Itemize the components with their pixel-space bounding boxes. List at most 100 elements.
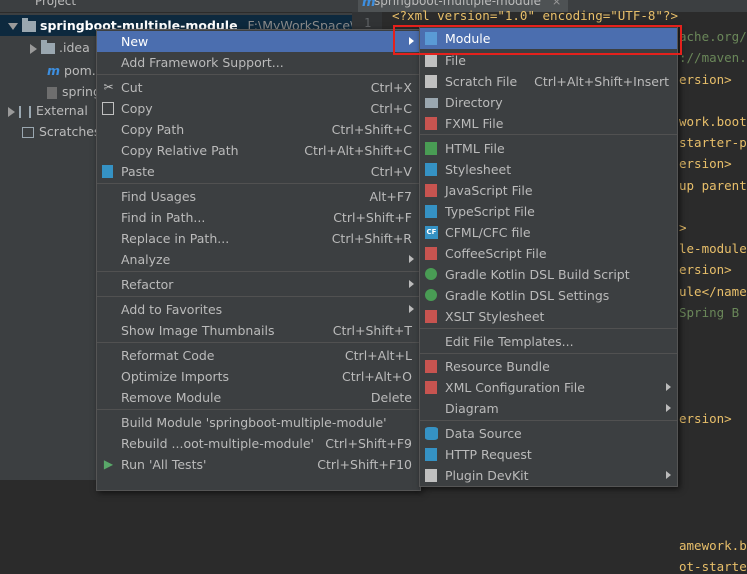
menu-item-refactor[interactable]: Refactor (97, 274, 420, 295)
tree-item-spring[interactable]: spring (47, 81, 101, 102)
submenu-item-fxml-file[interactable]: FXML File (420, 113, 677, 134)
submenu-item-data-source[interactable]: Data Source (420, 423, 677, 444)
menu-item-cut[interactable]: ✂ Cut Ctrl+X (97, 77, 420, 98)
submenu-item-html-file[interactable]: HTML File (420, 138, 677, 159)
menu-item-label: Find Usages (121, 189, 197, 204)
submenu-item-resource-bundle[interactable]: Resource Bundle (420, 356, 677, 377)
file-icon (47, 86, 57, 99)
menu-separator (97, 296, 420, 297)
menu-item-label: Remove Module (121, 390, 222, 405)
menu-item-label: Directory (445, 95, 503, 110)
module-highlight-box (393, 25, 682, 55)
submenu-item-directory[interactable]: Directory (420, 92, 677, 113)
menu-item-label: Gradle Kotlin DSL Build Script (445, 267, 630, 282)
menu-item-label: Scratch File (445, 74, 518, 89)
submenu-item-http-request[interactable]: HTTP Request (420, 444, 677, 465)
submenu-item-typescript-file[interactable]: TypeScript File (420, 201, 677, 222)
menu-item-label: Add to Favorites (121, 302, 223, 317)
menu-item-label: HTML File (445, 141, 505, 156)
scissors-icon: ✂ (103, 80, 114, 94)
menu-item-label: Plugin DevKit (445, 468, 529, 483)
tree-item-idea[interactable]: .idea (22, 37, 90, 58)
menu-item-run-all-tests[interactable]: ▶ Run 'All Tests' Ctrl+Shift+F10 (97, 454, 420, 475)
menu-item-add-to-favorites[interactable]: Add to Favorites (97, 299, 420, 320)
submenu-item-stylesheet[interactable]: Stylesheet (420, 159, 677, 180)
menu-item-optimize-imports[interactable]: Optimize Imports Ctrl+Alt+O (97, 366, 420, 387)
close-icon[interactable]: × (552, 0, 561, 8)
xslt-icon (425, 310, 437, 323)
menu-item-label: Copy Relative Path (121, 143, 239, 158)
menu-item-reformat-code[interactable]: Reformat Code Ctrl+Alt+L (97, 345, 420, 366)
menu-item-build-module-springboot-multiple-module[interactable]: Build Module 'springboot-multiple-module… (97, 412, 420, 433)
menu-item-label: Find in Path... (121, 210, 206, 225)
menu-item-label: Copy Path (121, 122, 185, 137)
menu-item-label: Resource Bundle (445, 359, 550, 374)
menu-separator (97, 271, 420, 272)
submenu-item-gradle-kotlin-dsl-settings[interactable]: Gradle Kotlin DSL Settings (420, 285, 677, 306)
maven-icon: m (47, 63, 61, 78)
menu-item-analyze[interactable]: Analyze (97, 249, 420, 270)
menu-item-label: Edit File Templates... (445, 334, 574, 349)
tree-item-external-libraries[interactable]: External (0, 100, 88, 121)
submenu-arrow-icon (666, 471, 671, 479)
tree-item-pom[interactable]: m pom.x (47, 60, 103, 81)
project-panel-title[interactable]: Project (35, 0, 76, 8)
menu-item-label: CoffeeScript File (445, 246, 547, 261)
gradle-icon (425, 268, 437, 280)
submenu-item-cfml-cfc-file[interactable]: CF CFML/CFC file (420, 222, 677, 243)
submenu-item-plugin-devkit[interactable]: Plugin DevKit (420, 465, 677, 486)
menu-item-label: Stylesheet (445, 162, 512, 177)
menu-item-rebuild-oot-multiple-module[interactable]: Rebuild ...oot-multiple-module' Ctrl+Shif… (97, 433, 420, 454)
menu-item-find-usages[interactable]: Find Usages Alt+F7 (97, 186, 420, 207)
expand-arrow-icon[interactable] (30, 43, 37, 54)
submenu-item-coffeescript-file[interactable]: CoffeeScript File (420, 243, 677, 264)
expand-arrow-icon[interactable] (8, 106, 15, 117)
submenu-item-javascript-file[interactable]: JavaScript File (420, 180, 677, 201)
module-folder-icon (22, 18, 36, 32)
submenu-item-xslt-stylesheet[interactable]: XSLT Stylesheet (420, 306, 677, 327)
code-line: work.boot< (679, 114, 747, 129)
code-line: > (679, 220, 687, 235)
menu-item-label: XSLT Stylesheet (445, 309, 545, 324)
menu-item-replace-in-path[interactable]: Replace in Path... Ctrl+Shift+R (97, 228, 420, 249)
menu-item-add-framework-support[interactable]: Add Framework Support... (97, 52, 420, 73)
menu-item-paste[interactable]: Paste Ctrl+V (97, 161, 420, 182)
code-line: ache.org/PO (679, 29, 747, 45)
menu-item-new[interactable]: New (97, 31, 420, 52)
submenu-item-edit-file-templates[interactable]: Edit File Templates... (420, 331, 677, 352)
code-line: <?xml version="1.0" encoding="UTF-8"?> (392, 8, 678, 23)
coffeescript-icon (425, 247, 437, 260)
menu-separator (97, 183, 420, 184)
tree-item-label: Scratches (39, 124, 101, 139)
folder-icon (41, 40, 55, 54)
expand-arrow-icon[interactable] (8, 23, 18, 30)
code-line: ersion> (679, 410, 732, 426)
submenu-item-xml-configuration-file[interactable]: XML Configuration File (420, 377, 677, 398)
menu-item-remove-module[interactable]: Remove Module Delete (97, 387, 420, 408)
menu-item-label: Reformat Code (121, 348, 215, 363)
menu-item-label: Add Framework Support... (121, 55, 284, 70)
submenu-item-gradle-kotlin-dsl-build-script[interactable]: Gradle Kotlin DSL Build Script (420, 264, 677, 285)
tree-item-label: External (36, 103, 88, 118)
clipboard-icon (102, 165, 113, 178)
menu-item-shortcut: Delete (370, 390, 412, 405)
xml-icon (425, 381, 437, 394)
submenu-item-diagram[interactable]: Diagram (420, 398, 677, 419)
code-line: ot-starte (679, 559, 747, 574)
menu-separator (420, 353, 677, 354)
menu-item-find-in-path[interactable]: Find in Path... Ctrl+Shift+F (97, 207, 420, 228)
menu-item-label: New (121, 34, 149, 49)
menu-item-copy-path[interactable]: Copy Path Ctrl+Shift+C (97, 119, 420, 140)
menu-item-copy[interactable]: Copy Ctrl+C (97, 98, 420, 119)
menu-item-label: Replace in Path... (121, 231, 230, 246)
menu-separator (97, 409, 420, 410)
tree-item-scratches[interactable]: Scratches (22, 121, 101, 142)
menu-item-label: Analyze (121, 252, 171, 267)
menu-separator (97, 74, 420, 75)
menu-item-copy-relative-path[interactable]: Copy Relative Path Ctrl+Alt+Shift+C (97, 140, 420, 161)
menu-item-label: Copy (121, 101, 153, 116)
submenu-item-scratch-file[interactable]: Scratch File Ctrl+Alt+Shift+Insert (420, 71, 677, 92)
menu-item-show-image-thumbnails[interactable]: Show Image Thumbnails Ctrl+Shift+T (97, 320, 420, 341)
submenu-arrow-icon (409, 255, 414, 263)
code-line: ule</name (679, 283, 747, 299)
